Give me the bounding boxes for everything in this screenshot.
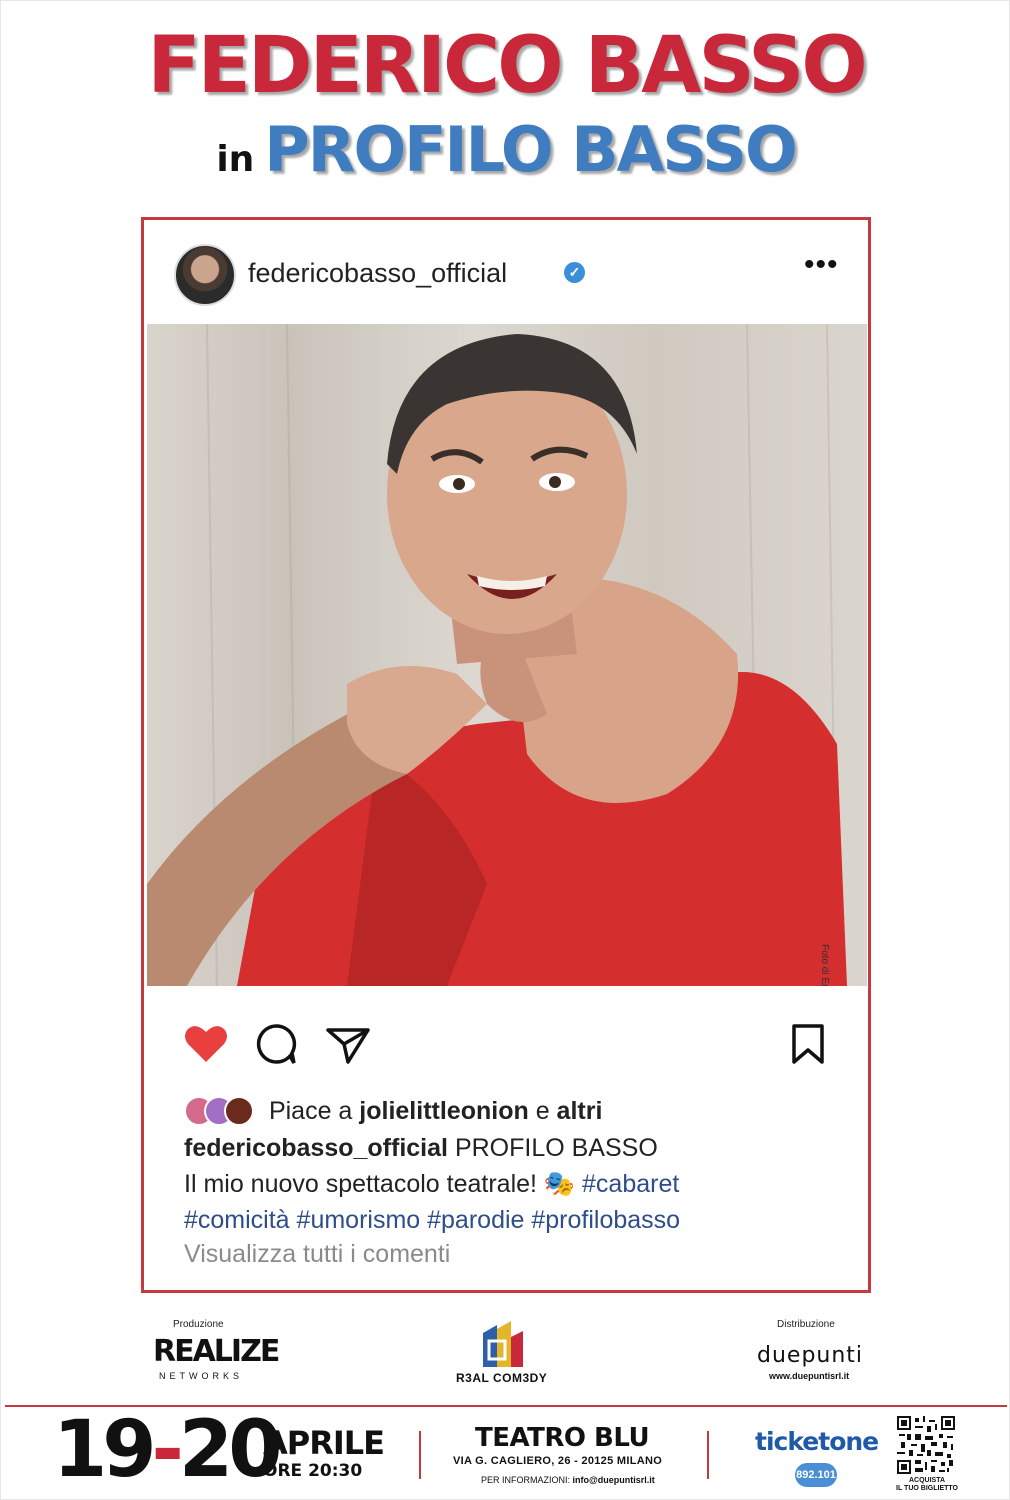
realize-logo: REALIZE xyxy=(153,1334,280,1369)
poster: FEDERICO BASSO in PROFILO BASSO federicob… xyxy=(0,0,1010,1500)
post-header: federicobasso_official ✓ ••• xyxy=(144,220,868,324)
likes-prefix: Piace a xyxy=(268,1096,353,1125)
post-photo[interactable]: Foto di Eracrea Art xyxy=(147,324,867,986)
likes-row[interactable]: Piace a jolielittleonion e altri xyxy=(184,1096,602,1130)
duepunti-logo: duepunti xyxy=(757,1343,864,1368)
qr-label-line-1: ACQUISTA xyxy=(908,1477,946,1484)
caption-username[interactable]: federicobasso_official xyxy=(184,1134,448,1162)
liker-avatar xyxy=(224,1096,254,1127)
share-icon[interactable] xyxy=(324,1020,372,1068)
avatar[interactable] xyxy=(174,244,236,306)
caption-text: Il mio nuovo spettacolo teatrale! 🎭 xyxy=(184,1170,576,1198)
info-email[interactable]: info@duepuntisrl.it xyxy=(573,1475,655,1485)
show-title-row: in PROFILO BASSO xyxy=(1,119,1010,181)
qr-code-icon[interactable] xyxy=(897,1416,955,1474)
comment-icon[interactable] xyxy=(252,1020,300,1068)
performer-title: FEDERICO BASSO xyxy=(147,21,867,111)
footer-separator xyxy=(707,1431,709,1479)
caption-title: PROFILO BASSO xyxy=(454,1134,658,1162)
heart-icon[interactable] xyxy=(182,1020,230,1068)
real-comedy-logo-icon xyxy=(483,1321,523,1367)
post-actions xyxy=(144,1020,868,1080)
caption-line-1: federicobasso_official PROFILO BASSO xyxy=(184,1134,844,1163)
event-month: APRILE xyxy=(263,1424,385,1462)
footer-separator xyxy=(419,1431,421,1479)
likes-text: Piace a jolielittleonion e altri xyxy=(269,1097,602,1125)
hashtags-line[interactable]: #comicità #umorismo #parodie #profilobas… xyxy=(184,1206,844,1235)
more-options-icon[interactable]: ••• xyxy=(804,250,839,280)
real-comedy-label: R3AL COM3DY xyxy=(456,1371,548,1385)
hashtag-cabaret[interactable]: #cabaret xyxy=(582,1170,679,1198)
qr-label-line-2: IL TUO BIGLIETTO xyxy=(896,1484,958,1492)
bookmark-icon[interactable] xyxy=(784,1020,832,1068)
ticketone-logo[interactable]: ticketone xyxy=(755,1427,879,1456)
qr-label: ACQUISTA IL TUO BIGLIETTO xyxy=(891,1477,963,1492)
post-username[interactable]: federicobasso_official xyxy=(248,258,507,289)
title-connector: in xyxy=(216,139,255,180)
photo-credit: Foto di Eracrea Art xyxy=(818,944,830,986)
venue-name: TEATRO BLU xyxy=(475,1423,650,1453)
venue-address: VIA G. CAGLIERO, 26 - 20125 MILANO xyxy=(453,1455,663,1467)
likes-others[interactable]: altri xyxy=(557,1097,603,1125)
caption-line-2: Il mio nuovo spettacolo teatrale! 🎭 #cab… xyxy=(184,1170,844,1199)
production-label: Produzione xyxy=(173,1319,224,1330)
event-dates: 19-20 xyxy=(53,1411,282,1489)
info-line: PER INFORMAZIONI: info@duepuntisrl.it xyxy=(481,1475,655,1485)
likes-user[interactable]: jolielittleonion xyxy=(359,1097,528,1125)
ticketone-phone: 892.101 xyxy=(795,1463,837,1487)
verified-badge-icon: ✓ xyxy=(564,262,585,283)
date-dash: - xyxy=(151,1405,184,1495)
duepunti-url[interactable]: www.duepuntisrl.it xyxy=(769,1371,849,1381)
info-label: PER INFORMAZIONI: xyxy=(481,1475,571,1485)
show-title: PROFILO BASSO xyxy=(264,113,797,186)
realize-logo-sub: NETWORKS xyxy=(159,1371,244,1381)
event-time: ORE 20:30 xyxy=(263,1461,363,1481)
likes-joiner: e xyxy=(535,1096,550,1125)
instagram-post: federicobasso_official ✓ ••• Foto di Era… xyxy=(141,217,871,1293)
portrait-illustration xyxy=(147,324,847,986)
day-start: 19 xyxy=(53,1405,157,1495)
distribution-label: Distribuzione xyxy=(777,1319,835,1330)
view-comments-link[interactable]: Visualizza tutti i comenti xyxy=(184,1240,844,1269)
